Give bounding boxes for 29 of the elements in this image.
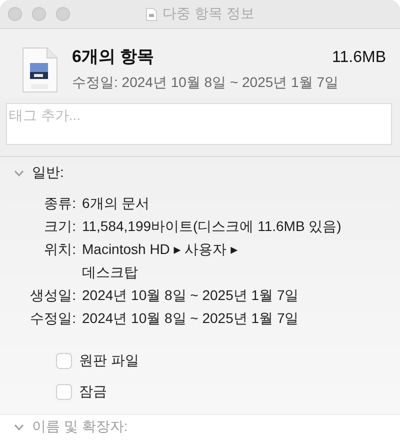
field-value: 2024년 10월 8일 ~ 2025년 1월 7일 bbox=[82, 287, 300, 305]
chevron-icon[interactable] bbox=[14, 424, 24, 430]
png-file-icon bbox=[22, 47, 58, 93]
field-value: Macintosh HD ▸ 사용자 ▸ bbox=[82, 241, 239, 259]
modified-date: 수정일: 2024년 10월 8일 ~ 2025년 1월 7일 bbox=[72, 74, 340, 92]
window-title: 다중 항목 정보 bbox=[162, 5, 254, 23]
field-label: 생성일: bbox=[29, 287, 76, 305]
section-title: 일반: bbox=[32, 164, 64, 182]
field-value: 2024년 10월 8일 ~ 2025년 1월 7일 bbox=[82, 310, 300, 328]
chevron-icon[interactable] bbox=[14, 170, 24, 176]
field-label: 종류: bbox=[43, 195, 76, 213]
checkbox[interactable] bbox=[56, 384, 72, 400]
checkbox-label: 원판 파일 bbox=[79, 352, 139, 370]
checkbox-label: 잠금 bbox=[79, 383, 107, 401]
field-label: 수정일: bbox=[29, 310, 76, 328]
window-control-button[interactable] bbox=[8, 7, 22, 21]
checkbox[interactable] bbox=[56, 353, 72, 369]
item-count-title: 6개의 항목 bbox=[72, 46, 154, 68]
field-label: 크기: bbox=[43, 218, 76, 236]
window-control-button[interactable] bbox=[32, 7, 46, 21]
field-value: 데스크탑 bbox=[82, 264, 139, 282]
field-label: 위치: bbox=[43, 241, 76, 259]
total-size: 11.6MB bbox=[332, 49, 386, 67]
window-control-button[interactable] bbox=[56, 7, 70, 21]
document-icon bbox=[146, 8, 157, 20]
section-title: 이름 및 확장자: bbox=[32, 418, 128, 436]
field-value: 6개의 문서 bbox=[82, 195, 151, 213]
field-value: 11,584,199바이트(디스크에 11.6MB 있음) bbox=[82, 218, 342, 236]
tag-field[interactable]: 태그 추가... bbox=[6, 103, 392, 145]
